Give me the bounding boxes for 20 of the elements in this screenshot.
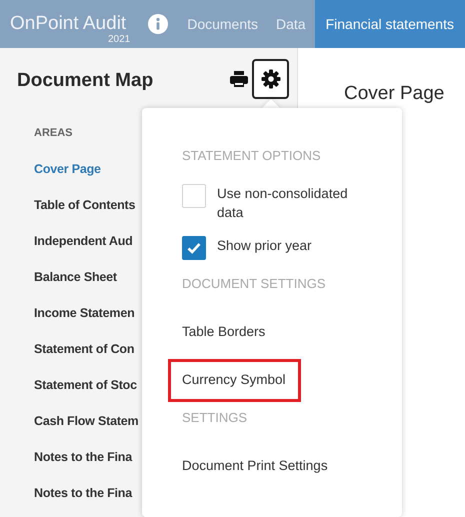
print-icon[interactable]: [230, 71, 248, 87]
menu-heading: STATEMENT OPTIONS: [182, 147, 322, 165]
page-title: Cover Page: [344, 82, 446, 106]
menu-item[interactable]: Currency Symbol: [168, 359, 301, 402]
checkbox[interactable]: [182, 236, 206, 260]
menu-item[interactable]: Document Print Settings: [179, 445, 343, 488]
app-title: OnPoint Audit: [10, 12, 126, 35]
menu-heading: DOCUMENT SETTINGS: [182, 274, 326, 292]
gear-icon: [260, 69, 280, 89]
checkbox-label: Use non-consolidated data: [217, 184, 349, 222]
year-label: 2021: [108, 33, 130, 47]
sidebar-title: Document Map: [17, 68, 154, 93]
checkbox-label: Show prior year: [217, 236, 312, 254]
menu-heading: SETTINGS: [182, 408, 248, 426]
section-heading: AREAS: [34, 126, 74, 141]
nav-tab[interactable]: Financial statements: [314, 0, 465, 48]
menu-item[interactable]: Table Borders: [179, 311, 280, 354]
settings-button[interactable]: [252, 59, 289, 99]
info-icon[interactable]: [148, 14, 168, 34]
check-icon: [187, 242, 201, 254]
